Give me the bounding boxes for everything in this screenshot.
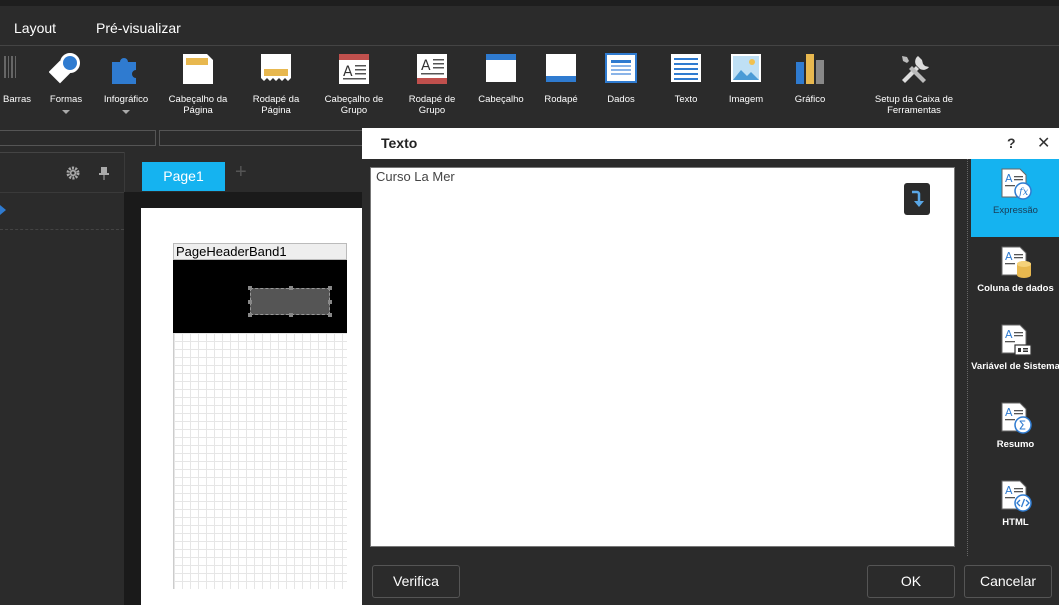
left-panel [0,152,124,605]
tab-page1[interactable]: Page1 [142,162,225,191]
chevron-down-icon [122,110,130,114]
ribbon-label: Setup da Caixa de Ferramentas [874,94,954,116]
sidebar-item-summary[interactable]: A Σ Resumo [971,393,1059,471]
barcode-icon [4,56,16,78]
pin-icon[interactable] [98,166,110,180]
ribbon-label: Imagem [728,94,764,105]
word-wrap-button[interactable] [904,183,930,215]
header-icon [486,54,516,82]
menu-bar: Layout Pré-visualizar [0,6,1059,46]
resize-handle[interactable] [328,300,332,304]
chevron-down-icon [62,110,70,114]
sidebar-item-system-variable[interactable]: A Variável de Sistema [971,315,1059,393]
help-button[interactable]: ? [1007,128,1016,159]
puzzle-icon [112,58,136,84]
ribbon-toolbar: Barras Formas Infográfico Cabeçalho da P… [0,46,1059,128]
page-footer-icon [261,54,291,81]
sidebar-item-html[interactable]: A HTML [971,471,1059,549]
text-icon [671,54,701,82]
svg-text:fx: fx [1018,187,1029,198]
ribbon-label: Barras [3,94,31,105]
sidebar-label: Resumo [996,439,1035,450]
ribbon-label: Dados [607,94,635,105]
svg-text:A: A [1005,484,1013,497]
ribbon-label: Infográfico [103,94,149,105]
svg-text:A: A [1005,406,1013,419]
expression-icon: A fx [1001,168,1032,200]
close-button[interactable]: ✕ [1037,128,1050,159]
text-dialog: Texto ? ✕ Curso La Mer A fx Expressão A … [362,128,1059,605]
band-label[interactable]: PageHeaderBand1 [173,243,347,260]
ribbon-label: Rodapé [544,94,578,105]
resize-handle[interactable] [248,300,252,304]
data-grid-area [173,333,347,589]
summary-icon: A Σ [1001,402,1032,434]
group-header-icon: A [339,54,369,84]
sidebar-item-expression[interactable]: A fx Expressão [971,159,1059,237]
ribbon-label: Texto [674,94,698,105]
ribbon-label: Cabeçalho da Página [168,94,228,116]
ribbon-label: Cabeçalho [478,94,524,105]
ribbon-label: Rodapé de Grupo [408,94,456,116]
property-input-right[interactable] [159,130,364,146]
add-page-button[interactable]: + [235,160,247,184]
left-panel-header [0,153,124,193]
expand-arrow-icon[interactable] [0,205,6,215]
html-icon: A [1001,480,1032,512]
data-icon [605,53,637,83]
ribbon-label: Formas [49,94,83,105]
data-column-icon: A [1001,246,1031,278]
resize-handle[interactable] [289,313,293,317]
ribbon-label: Rodapé da Página [252,94,300,116]
resize-handle[interactable] [328,286,332,290]
text-editor[interactable]: Curso La Mer [370,167,955,547]
resize-handle[interactable] [248,286,252,290]
svg-text:Σ: Σ [1019,419,1027,433]
sidebar-label: Coluna de dados [977,283,1054,294]
sidebar-label: Expressão [993,205,1038,216]
wrap-arrow-icon [912,190,924,207]
resize-handle[interactable] [248,313,252,317]
property-input-left[interactable] [0,130,156,146]
svg-text:A: A [1005,172,1013,185]
svg-text:A: A [1005,328,1013,341]
page-header-band[interactable] [173,260,347,333]
sidebar-label: Variável de Sistema [971,361,1059,372]
ribbon-label: Cabeçalho de Grupo [324,94,384,116]
menu-layout[interactable]: Layout [14,6,56,46]
cancel-button[interactable]: Cancelar [964,565,1052,598]
dialog-title: Texto [381,135,418,151]
svg-text:A: A [1005,250,1013,263]
tools-icon [902,56,929,83]
check-button[interactable]: Verifica [372,565,460,598]
text-component[interactable] [248,286,332,317]
gear-icon[interactable] [66,166,80,180]
svg-text:A: A [421,58,431,74]
menu-preview[interactable]: Pré-visualizar [96,6,181,46]
ribbon-label: Gráfico [794,94,826,105]
ok-button[interactable]: OK [867,565,955,598]
shapes-icon [49,53,80,84]
dialog-titlebar: Texto ? ✕ [362,128,1059,159]
footer-icon [546,54,576,82]
system-variable-icon: A [1001,324,1032,356]
image-icon [731,54,761,82]
insert-sidebar: A fx Expressão A Coluna de dados A Variá… [967,159,1059,556]
text-editor-value: Curso La Mer [376,169,455,184]
group-footer-icon: A [417,54,447,84]
page-tabs: Page1 + [124,152,364,192]
design-canvas: PageHeaderBand1 [124,192,364,605]
report-designer: Layout Pré-visualizar Barras Formas Info… [0,0,1059,605]
chart-icon [796,54,824,84]
sidebar-label: HTML [1002,517,1029,528]
left-panel-divider [0,229,124,230]
sidebar-item-data-column[interactable]: A Coluna de dados [971,237,1059,315]
resize-handle[interactable] [328,313,332,317]
svg-text:A: A [343,64,353,80]
resize-handle[interactable] [289,286,293,290]
page-header-icon [183,54,213,84]
